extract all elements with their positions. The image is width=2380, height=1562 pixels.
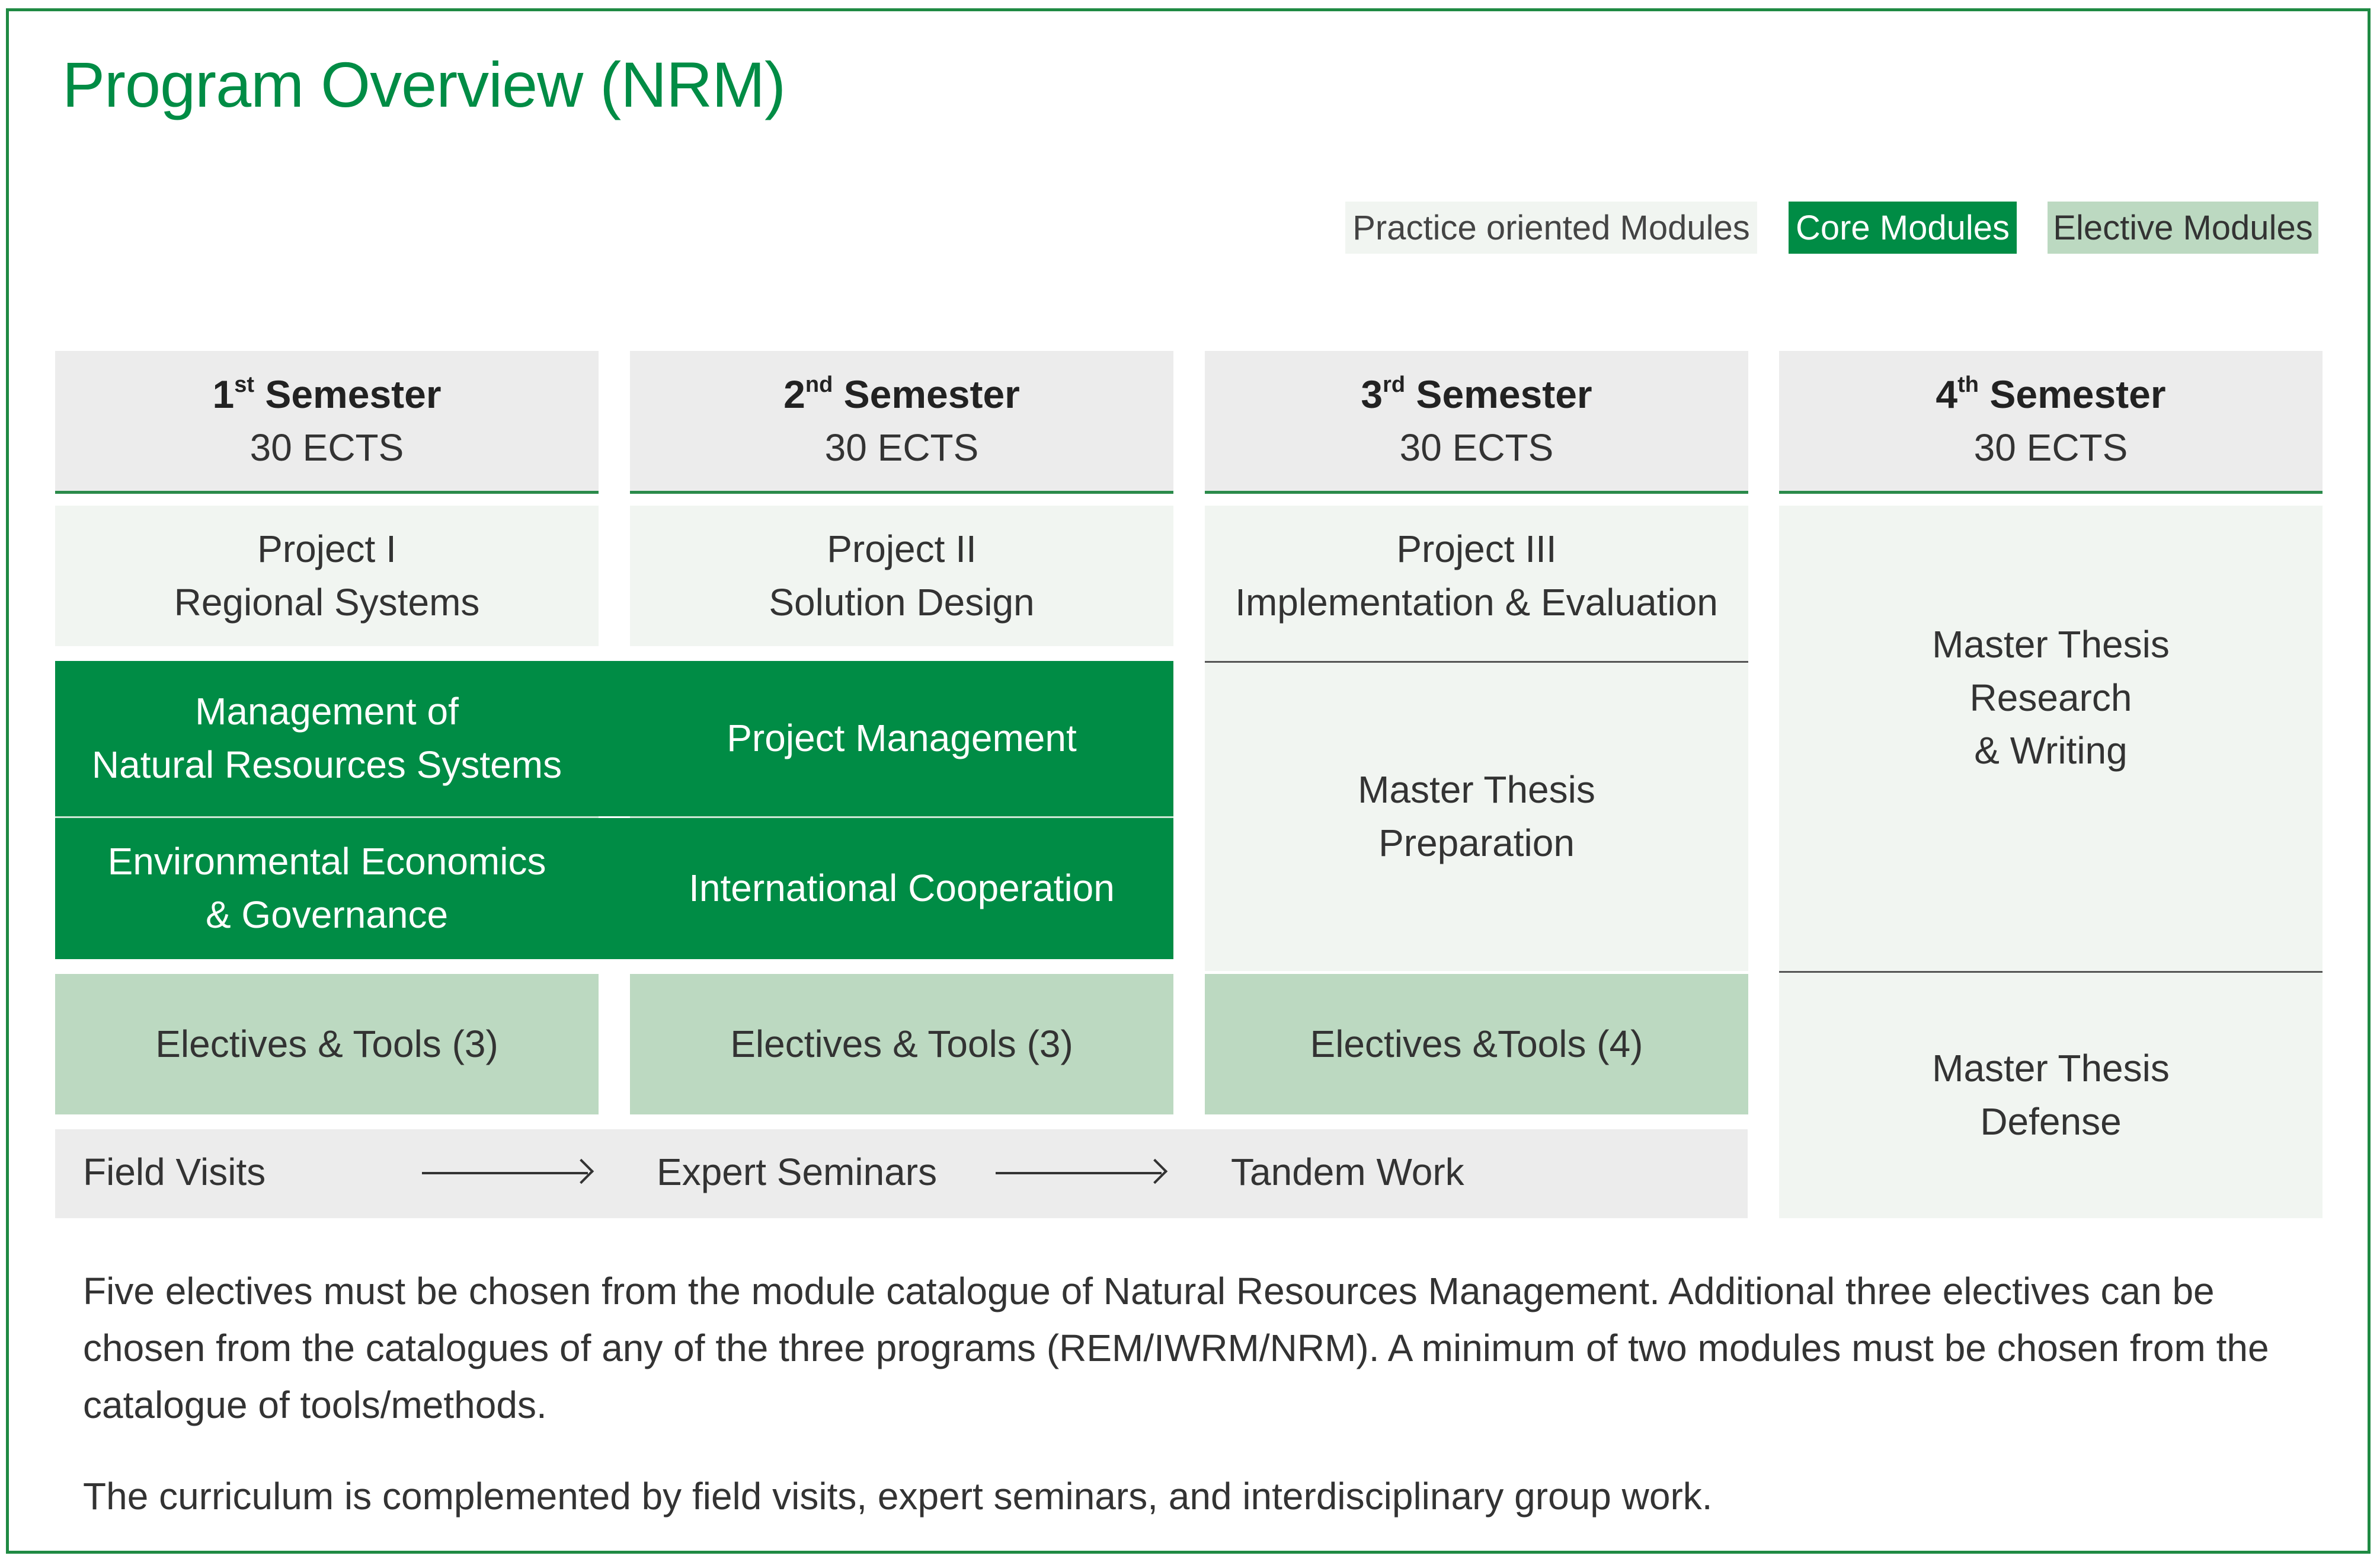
project-2-topic: Solution Design [769,580,1035,624]
core-divider-2 [630,816,1173,818]
core-module-1a-line1: Management of [195,690,459,733]
semester-3-ects: 30 ECTS [1399,426,1554,469]
semester-4-header: 4th Semester 30 ECTS [1779,351,2323,494]
master-thesis-defense: Master Thesis Defense [1779,973,2323,1218]
thesis-defense-line1: Master Thesis [1932,1047,2170,1090]
core-module-1b-line2: & Governance [205,893,449,936]
project-1-name: Project I [257,527,396,570]
electives-note: Five electives must be chosen from the m… [83,1270,2269,1426]
project-3-topic: Implementation & Evaluation [1235,580,1718,624]
semester-1-title: 1st Semester [212,372,442,416]
master-thesis-preparation: Master Thesis Preparation [1205,663,1748,971]
thesis-defense-line2: Defense [1980,1100,2122,1143]
electives-semester-3: Electives &Tools (4) [1205,974,1748,1114]
core-module-1b-line1: Environmental Economics [107,840,546,883]
project-3-name: Project III [1396,527,1557,570]
semester-2-ects: 30 ECTS [824,426,979,469]
semester-2-title: 2nd Semester [783,372,1020,416]
project-1-module: Project I Regional Systems [55,506,599,646]
core-module-2a-label: Project Management [727,717,1077,760]
project-1-topic: Regional Systems [174,580,480,624]
core-module-natural-resources-systems: Management of Natural Resources Systems [55,661,599,816]
page-title: Program Overview (NRM) [62,49,786,120]
electives-semester-1: Electives & Tools (3) [55,974,599,1114]
thesis-research-line1: Master Thesis [1932,623,2170,666]
semester-2-header: 2nd Semester 30 ECTS [630,351,1173,494]
arrow-right-icon [422,1172,588,1174]
electives-semester-2: Electives & Tools (3) [630,974,1173,1114]
activity-field-visits: Field Visits [83,1151,266,1193]
activity-tandem-work: Tandem Work [1231,1151,1464,1193]
core-module-environmental-economics: Environmental Economics & Governance [55,818,599,959]
core-divider-1 [55,816,599,818]
thesis-research-line2: Research [1969,676,2132,719]
curriculum-note: The curriculum is complemented by field … [83,1475,1713,1518]
semester-1-header: 1st Semester 30 ECTS [55,351,599,494]
activity-expert-seminars: Expert Seminars [657,1151,938,1193]
semester-1-ects: 30 ECTS [249,426,404,469]
semester-3-title: 3rd Semester [1361,372,1592,416]
core-module-project-management: Project Management [599,661,1173,816]
core-module-1a-line2: Natural Resources Systems [91,743,562,786]
project-2-name: Project II [827,527,977,570]
legend-elective-modules: Elective Modules [2048,202,2318,254]
thesis-research-line3: & Writing [1974,729,2128,772]
core-module-2b-label: International Cooperation [689,867,1115,910]
arrow-right-icon [996,1172,1162,1174]
project-3-module: Project III Implementation & Evaluation [1205,506,1748,661]
legend-core-modules: Core Modules [1789,202,2017,254]
semester-4-ects: 30 ECTS [1973,426,2128,469]
semester-3-header: 3rd Semester 30 ECTS [1205,351,1748,494]
core-module-international-cooperation: International Cooperation [599,818,1173,959]
master-thesis-research: Master Thesis Research & Writing [1779,506,2323,971]
project-2-module: Project II Solution Design [630,506,1173,646]
thesis-prep-line1: Master Thesis [1358,768,1595,812]
legend-practice-modules: Practice oriented Modules [1345,202,1757,254]
semester-4-title: 4th Semester [1936,372,2166,416]
thesis-prep-line2: Preparation [1378,822,1575,864]
